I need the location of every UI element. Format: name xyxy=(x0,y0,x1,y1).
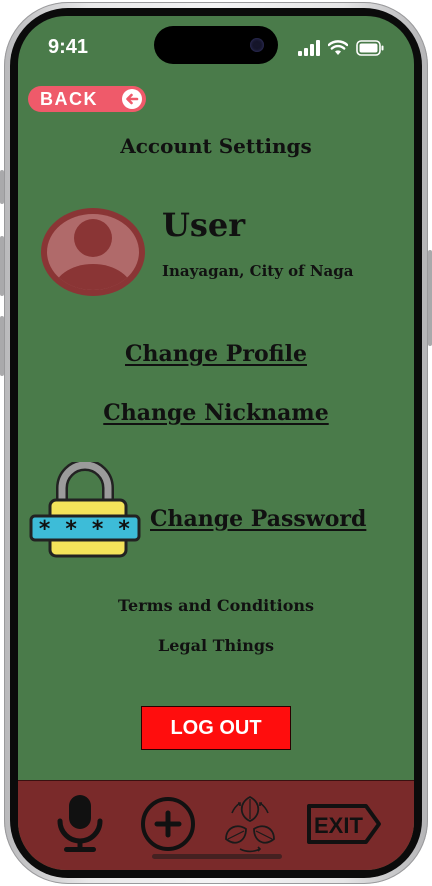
app-screen: 9:41 BACK Account Settings User Inayagan… xyxy=(18,16,414,870)
padlock-password-icon: * * * * _ xyxy=(29,462,142,558)
back-button-label: BACK xyxy=(40,88,98,109)
power-button xyxy=(428,250,432,346)
password-mask: * * * * _ xyxy=(38,517,142,542)
back-arrow-icon xyxy=(122,89,142,109)
dynamic-island xyxy=(154,26,278,64)
change-password-link[interactable]: Change Password xyxy=(150,506,366,532)
user-location: Inayagan, City of Naga xyxy=(162,262,354,280)
legal-things-link[interactable]: Legal Things xyxy=(18,636,414,655)
status-icons xyxy=(298,40,384,56)
recycle-leaves-icon[interactable] xyxy=(218,793,282,855)
page-title: Account Settings xyxy=(120,134,312,158)
change-nickname-link[interactable]: Change Nickname xyxy=(18,400,414,426)
cellular-signal-icon xyxy=(298,40,320,56)
avatar xyxy=(41,208,145,296)
user-name: User xyxy=(162,206,246,244)
change-profile-link[interactable]: Change Profile xyxy=(18,341,414,367)
exit-sign-icon[interactable]: EXIT xyxy=(306,803,382,845)
logout-button[interactable]: LOG OUT xyxy=(141,706,291,750)
terms-and-conditions-link[interactable]: Terms and Conditions xyxy=(18,596,414,615)
add-icon[interactable] xyxy=(140,795,196,853)
volume-up-button xyxy=(0,236,4,296)
front-camera xyxy=(250,38,264,52)
home-indicator xyxy=(152,854,282,859)
back-button[interactable]: BACK xyxy=(28,86,146,112)
exit-label: EXIT xyxy=(314,813,363,838)
microphone-icon[interactable] xyxy=(52,793,108,855)
battery-icon xyxy=(356,40,384,56)
volume-down-button xyxy=(0,316,4,376)
wifi-icon xyxy=(328,40,348,55)
status-time: 9:41 xyxy=(48,36,89,58)
silent-switch xyxy=(0,170,4,204)
